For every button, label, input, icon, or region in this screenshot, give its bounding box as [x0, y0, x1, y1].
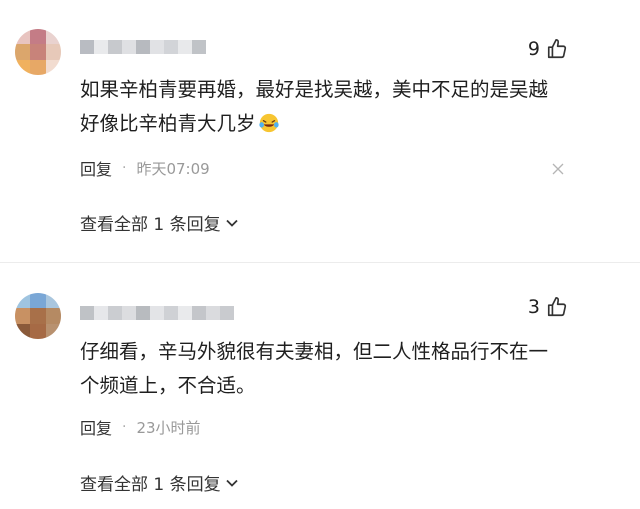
like-count: 3	[527, 296, 540, 318]
avatar[interactable]	[15, 29, 61, 75]
comment-time: 昨天07:09	[136, 159, 210, 178]
chevron-down-icon	[225, 479, 238, 487]
view-all-replies-button[interactable]: 查看全部 1 条回复	[80, 210, 239, 235]
avatar[interactable]	[15, 293, 61, 339]
close-icon[interactable]	[552, 163, 564, 175]
comment-text: 仔细看，辛马外貌很有夫妻相，但二人性格品行不在一 个频道上，不合适。	[80, 335, 600, 403]
username-blurred[interactable]	[80, 40, 206, 54]
like-count: 9	[527, 38, 540, 60]
like-button[interactable]: 9	[528, 38, 568, 60]
thumbs-up-icon	[547, 39, 567, 59]
view-all-replies-button[interactable]: 查看全部 1 条回复	[80, 470, 239, 495]
comment-text-line: 好像比辛柏青大几岁	[80, 112, 256, 135]
comment-time: 23小时前	[136, 418, 201, 437]
thumbs-up-icon	[547, 297, 567, 317]
comment-text-line: 个频道上，不合适。	[80, 374, 256, 397]
comment-meta: 回复 · 昨天07:09	[80, 156, 210, 180]
view-replies-label: 查看全部 1 条回复	[80, 475, 221, 495]
separator-dot: ·	[122, 160, 127, 176]
reply-button[interactable]: 回复	[80, 415, 112, 439]
view-replies-label: 查看全部 1 条回复	[80, 215, 221, 235]
separator-dot: ·	[122, 419, 127, 435]
like-button[interactable]: 3	[528, 296, 568, 318]
comment-meta: 回复 · 23小时前	[80, 415, 201, 439]
comment-text-line: 仔细看，辛马外貌很有夫妻相，但二人性格品行不在一	[80, 340, 549, 363]
laughing-crying-emoji-icon	[258, 113, 279, 133]
comment-text: 如果辛柏青要再婚，最好是找吴越，美中不足的是吴越 好像比辛柏青大几岁	[80, 73, 600, 141]
comment-text-line: 如果辛柏青要再婚，最好是找吴越，美中不足的是吴越	[80, 78, 549, 101]
chevron-down-icon	[225, 219, 238, 227]
username-blurred[interactable]	[80, 306, 234, 320]
reply-button[interactable]: 回复	[80, 156, 112, 180]
